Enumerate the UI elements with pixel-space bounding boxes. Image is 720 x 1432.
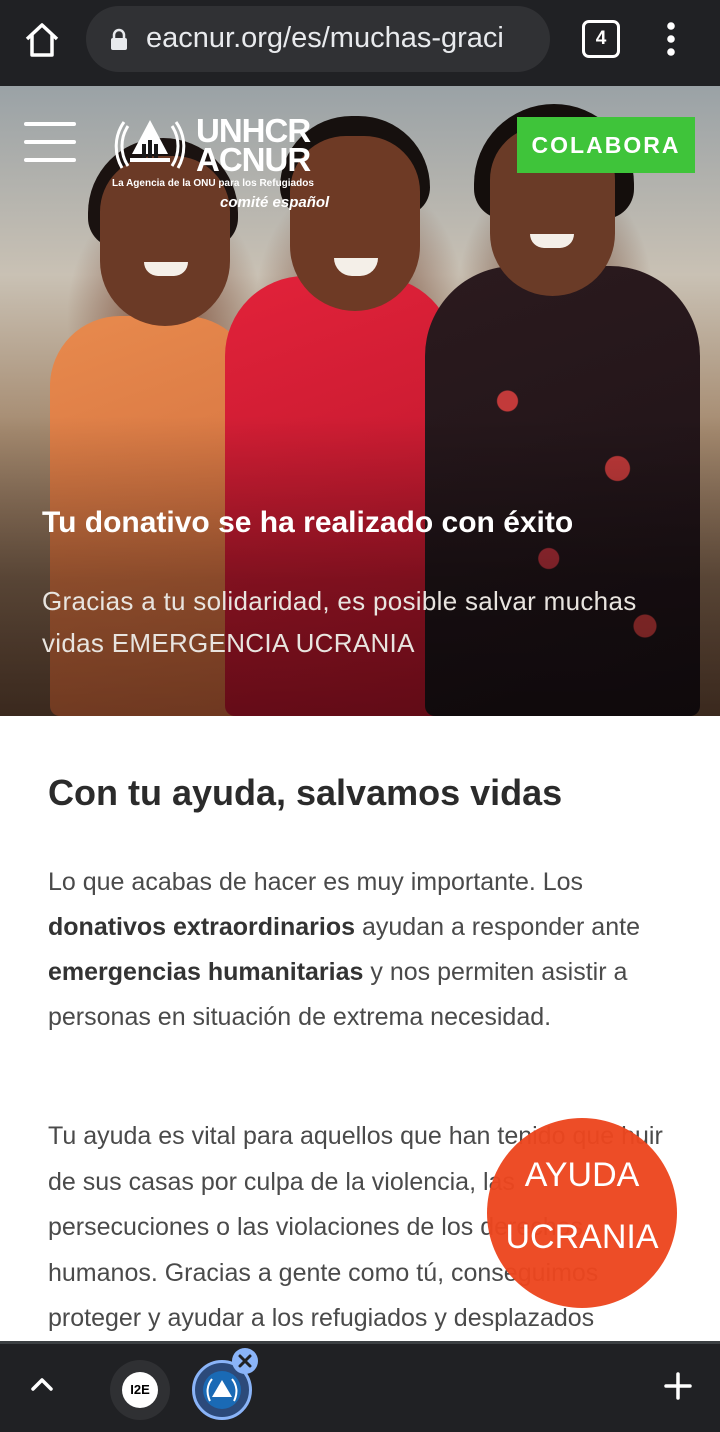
tab-switcher-button[interactable]: 4 (582, 20, 620, 58)
colabora-button[interactable]: COLABORA (517, 117, 695, 173)
plus-icon (664, 1372, 692, 1400)
ayuda-ucrania-button[interactable]: AYUDA UCRANIA (487, 1118, 677, 1308)
unhcr-logo[interactable]: UNHCR ACNUR La Agencia de la ONU para lo… (112, 114, 330, 214)
hero-gradient-overlay (0, 416, 720, 716)
expand-tabs-button[interactable] (28, 1374, 56, 1394)
url-text: eacnur.org/es/muchas-graci (146, 22, 504, 54)
home-button[interactable] (20, 18, 64, 62)
hero-title: Tu donativo se ha realizado con éxito (42, 506, 574, 539)
hamburger-icon (24, 122, 76, 126)
close-icon (238, 1354, 252, 1368)
more-vert-icon (667, 22, 675, 56)
unhcr-favicon-icon (206, 1378, 238, 1402)
tabs-icon: 4 (582, 20, 620, 58)
hamburger-icon-line (24, 140, 76, 144)
home-icon (25, 23, 59, 57)
logo-subtitle: comité español (220, 194, 330, 211)
intro-text-2: ayudan a responder ante (355, 913, 640, 941)
hamburger-menu-button[interactable] (24, 122, 76, 162)
browser-tab-strip: I2E (0, 1341, 720, 1432)
tab-favicon-unhcr (203, 1371, 241, 1409)
logo-wordmark: UNHCR ACNUR (196, 114, 311, 178)
chevron-up-icon (31, 1378, 53, 1391)
intro-paragraph: Lo que acabas de hacer es muy importante… (48, 860, 668, 1040)
intro-bold-2: emergencias humanitarias (48, 958, 364, 986)
intro-bold-1: donativos extraordinarios (48, 913, 356, 941)
more-options-button[interactable] (660, 20, 682, 60)
close-tab-button[interactable] (232, 1348, 258, 1374)
hamburger-icon-line (24, 158, 76, 162)
logo-tagline: La Agencia de la ONU para los Refugiados (112, 178, 314, 189)
hero-subtitle: Gracias a tu solidaridad, es posible sal… (42, 586, 637, 658)
unhcr-emblem-icon (114, 120, 186, 169)
ayuda-button-line2: UCRANIA (505, 1218, 659, 1256)
new-tab-button[interactable] (662, 1370, 694, 1402)
tab-favicon-1: I2E (122, 1372, 158, 1408)
lock-icon (111, 28, 127, 50)
section-title: Con tu ayuda, salvamos vidas (48, 772, 563, 813)
tab-thumbnail-1[interactable]: I2E (110, 1360, 170, 1420)
browser-toolbar: eacnur.org/es/muchas-graci 4 (0, 0, 720, 86)
ayuda-button-line1: AYUDA (524, 1156, 640, 1194)
logo-wordmark-line2: ACNUR (196, 141, 311, 178)
address-bar[interactable]: eacnur.org/es/muchas-graci (86, 6, 550, 72)
hero-banner: UNHCR ACNUR La Agencia de la ONU para lo… (0, 86, 720, 716)
intro-text-1: Lo que acabas de hacer es muy importante… (48, 868, 584, 896)
